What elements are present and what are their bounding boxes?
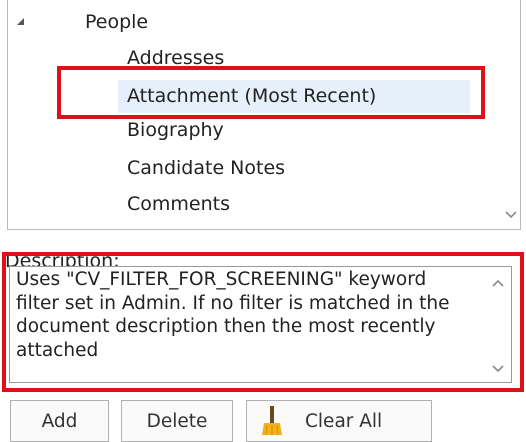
clear-all-button[interactable]: Clear All (246, 400, 432, 442)
delete-button-label: Delete (146, 410, 208, 432)
tree-item-comments[interactable]: Comments (127, 192, 230, 216)
collapse-triangle-icon[interactable] (17, 18, 24, 25)
delete-button[interactable]: Delete (121, 400, 233, 442)
add-button[interactable]: Add (10, 400, 109, 442)
clear-all-button-label: Clear All (305, 410, 383, 432)
highlight-box-description (2, 252, 524, 392)
highlight-box-attachment (57, 66, 485, 119)
broom-icon (261, 405, 283, 437)
tree-item-candidate-notes[interactable]: Candidate Notes (127, 156, 285, 180)
tree-item-people[interactable]: People (85, 10, 148, 34)
scroll-down-icon[interactable] (503, 206, 519, 222)
add-button-label: Add (41, 410, 78, 432)
tree-item-biography[interactable]: Biography (127, 118, 224, 142)
